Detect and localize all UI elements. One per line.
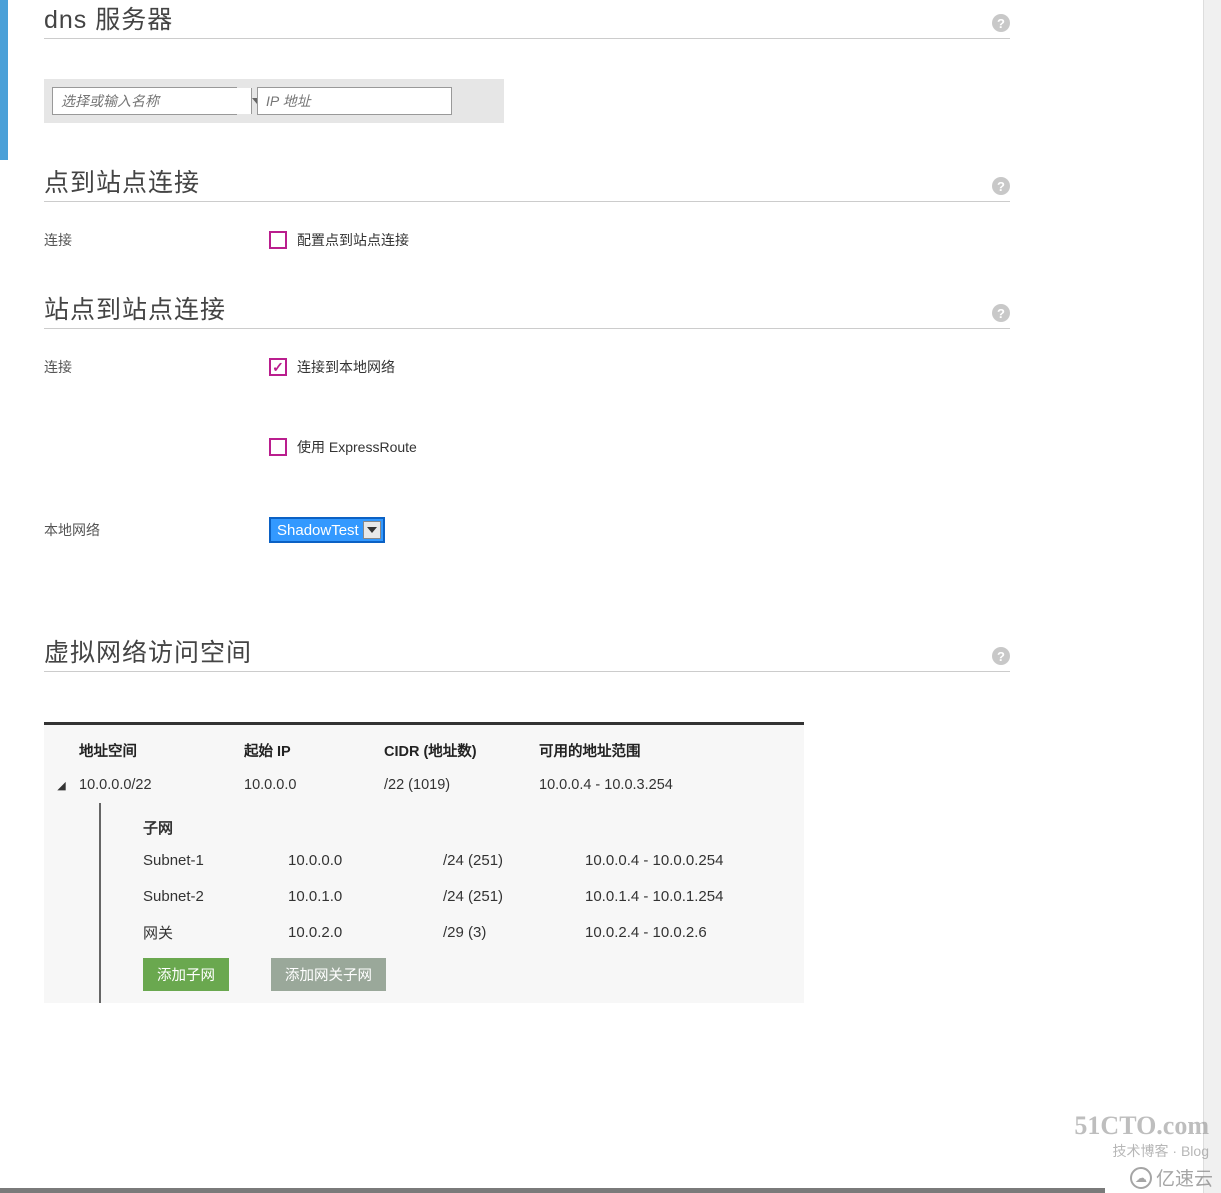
col-start-ip: 起始 IP — [244, 732, 384, 761]
subnet-range: 10.0.0.4 - 10.0.0.254 — [585, 852, 845, 869]
s2s-title: 站点到站点连接 — [44, 290, 226, 326]
dns-ip-input[interactable] — [257, 87, 452, 115]
s2s-expressroute-label: 使用 ExpressRoute — [297, 437, 417, 457]
s2s-conn-label: 连接 — [44, 357, 269, 377]
section-s2s-header: 站点到站点连接 ? — [44, 290, 1010, 329]
cell-range: 10.0.0.4 - 10.0.3.254 — [539, 777, 799, 793]
section-p2s-header: 点到站点连接 ? — [44, 163, 1010, 202]
col-cidr: CIDR (地址数) — [384, 732, 539, 761]
s2s-expressroute-checkbox[interactable] — [269, 438, 287, 456]
dns-inputs-row — [44, 79, 504, 123]
subnet-row[interactable]: Subnet-2 10.0.1.0 /24 (251) 10.0.1.4 - 1… — [101, 878, 804, 914]
subnet-name: 网关 — [143, 922, 288, 943]
local-network-select[interactable]: ShadowTest — [269, 517, 385, 543]
subnet-cidr: /24 (251) — [443, 852, 585, 869]
cell-cidr: /22 (1019) — [384, 777, 539, 793]
watermark-yisu: ☁ 亿速云 — [1130, 1164, 1213, 1191]
s2s-connect-local-checkbox[interactable] — [269, 358, 287, 376]
p2s-configure-checkbox[interactable] — [269, 231, 287, 249]
subnet-cidr: /24 (251) — [443, 888, 585, 905]
section-dns-header: dns 服务器 ? — [44, 0, 1010, 39]
subnet-name: Subnet-2 — [143, 888, 288, 905]
cell-start-ip: 10.0.0.0 — [244, 777, 384, 793]
add-gateway-subnet-button[interactable]: 添加网关子网 — [271, 958, 386, 991]
address-space-table: 地址空间 起始 IP CIDR (地址数) 可用的地址范围 ◢ 10.0.0.0… — [44, 722, 804, 1003]
watermark-51cto: 51CTO.com — [1074, 1111, 1209, 1141]
dns-name-combo[interactable] — [52, 87, 237, 115]
help-icon[interactable]: ? — [992, 177, 1010, 195]
local-network-label: 本地网络 — [44, 520, 269, 540]
address-space-row[interactable]: ◢ 10.0.0.0/22 10.0.0.0 /22 (1019) 10.0.0… — [44, 767, 804, 803]
subnet-row[interactable]: Subnet-1 10.0.0.0 /24 (251) 10.0.0.4 - 1… — [101, 842, 804, 878]
help-icon[interactable]: ? — [992, 304, 1010, 322]
p2s-conn-label: 连接 — [44, 230, 269, 250]
subnet-range: 10.0.2.4 - 10.0.2.6 — [585, 924, 845, 941]
p2s-checkbox-label: 配置点到站点连接 — [297, 230, 409, 250]
subnet-cidr: /29 (3) — [443, 924, 585, 941]
help-icon[interactable]: ? — [992, 14, 1010, 32]
section-vnet-header: 虚拟网络访问空间 ? — [44, 633, 1010, 672]
table-header: 地址空间 起始 IP CIDR (地址数) 可用的地址范围 — [44, 725, 804, 767]
col-addr-space: 地址空间 — [79, 732, 244, 761]
dns-title: dns 服务器 — [44, 0, 173, 36]
expand-toggle-icon[interactable]: ◢ — [44, 779, 79, 792]
watermark-sub: 技术博客 · Blog — [1113, 1141, 1209, 1161]
subnet-name: Subnet-1 — [143, 852, 288, 869]
col-range: 可用的地址范围 — [539, 732, 799, 761]
subnet-block: 子网 Subnet-1 10.0.0.0 /24 (251) 10.0.0.4 … — [99, 803, 804, 1003]
subnet-start-ip: 10.0.0.0 — [288, 852, 443, 869]
subnet-title: 子网 — [101, 807, 804, 842]
p2s-title: 点到站点连接 — [44, 163, 200, 199]
subnet-start-ip: 10.0.1.0 — [288, 888, 443, 905]
dns-name-input[interactable] — [53, 88, 251, 114]
cloud-icon: ☁ — [1130, 1167, 1152, 1189]
scrollbar[interactable] — [1203, 0, 1221, 1193]
window-bottom-bar — [0, 1188, 1105, 1193]
subnet-start-ip: 10.0.2.0 — [288, 924, 443, 941]
local-network-value: ShadowTest — [275, 522, 361, 539]
s2s-connect-local-label: 连接到本地网络 — [297, 357, 395, 377]
add-subnet-button[interactable]: 添加子网 — [143, 958, 229, 991]
vnet-title: 虚拟网络访问空间 — [44, 633, 252, 669]
left-accent-bar — [0, 0, 8, 160]
cell-addr-space: 10.0.0.0/22 — [79, 777, 244, 793]
subnet-range: 10.0.1.4 - 10.0.1.254 — [585, 888, 845, 905]
subnet-row-gateway[interactable]: 网关 10.0.2.0 /29 (3) 10.0.2.4 - 10.0.2.6 — [101, 914, 804, 950]
help-icon[interactable]: ? — [992, 647, 1010, 665]
chevron-down-icon[interactable] — [363, 521, 381, 539]
